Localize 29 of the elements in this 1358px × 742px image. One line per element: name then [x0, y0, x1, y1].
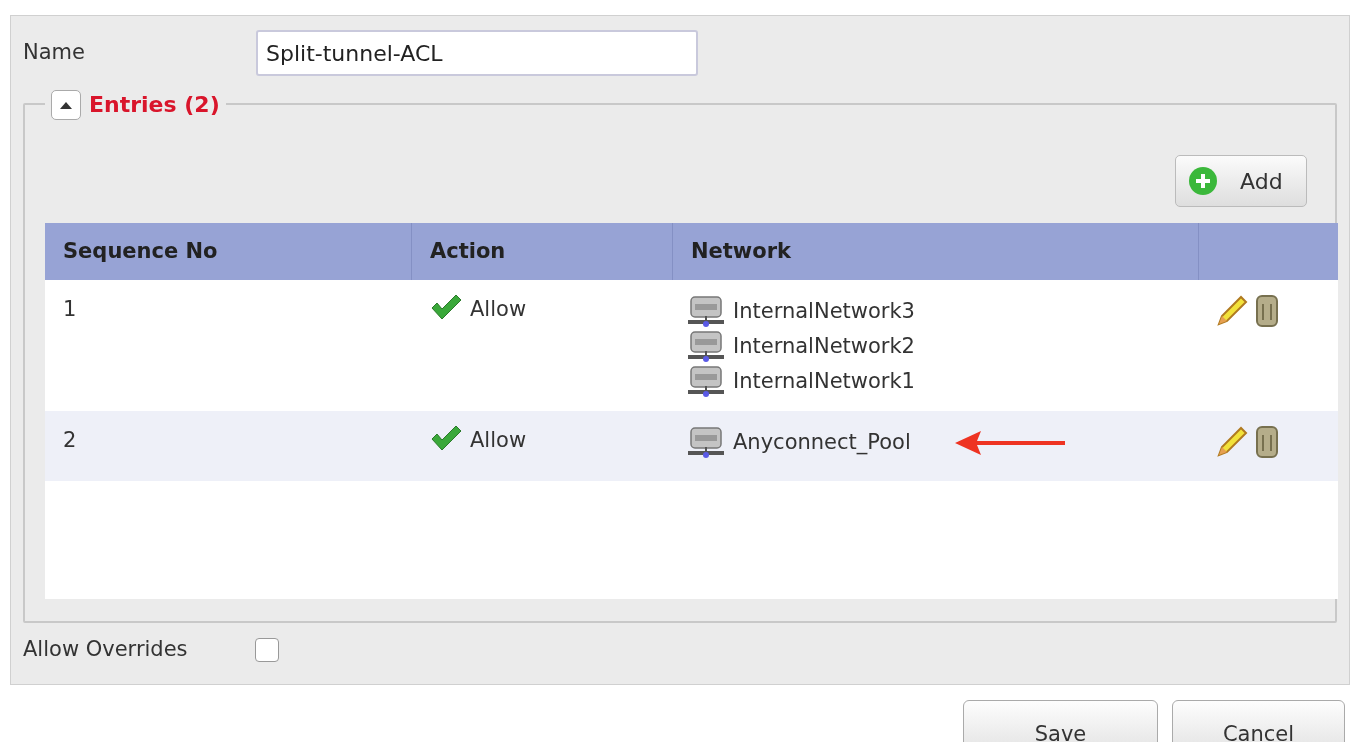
network-object: InternalNetwork2 — [733, 332, 915, 360]
table-row[interactable]: 2 Allow Anyconnect_Pool — [45, 411, 1338, 481]
allow-overrides-label: Allow Overrides — [23, 636, 189, 664]
entries-title: Entries (2) — [89, 91, 220, 119]
collapse-toggle[interactable] — [51, 89, 81, 120]
action-cell-text: Allow — [470, 427, 527, 454]
network-object: InternalNetwork3 — [733, 297, 915, 325]
server-icon — [687, 330, 725, 363]
server-icon — [687, 295, 725, 328]
network-object: Anyconnect_Pool — [733, 428, 911, 457]
pencil-icon[interactable] — [1215, 425, 1249, 459]
checkmark-icon — [430, 425, 462, 451]
pencil-icon[interactable] — [1215, 294, 1249, 328]
sequence-cell: 1 — [63, 297, 77, 321]
server-icon — [687, 365, 725, 398]
action-cell-text: Allow — [470, 296, 527, 323]
plus-circle-icon — [1188, 166, 1218, 196]
name-input[interactable]: Split-tunnel-ACL — [256, 30, 698, 76]
allow-overrides-checkbox[interactable] — [255, 638, 279, 662]
checkmark-icon — [430, 294, 462, 320]
sequence-cell: 2 — [63, 428, 77, 452]
cancel-button[interactable]: Cancel — [1172, 700, 1345, 742]
trash-icon[interactable] — [1255, 425, 1279, 459]
trash-icon[interactable] — [1255, 294, 1279, 328]
network-object: InternalNetwork1 — [733, 367, 915, 395]
server-icon — [687, 426, 725, 459]
name-label: Name — [23, 39, 86, 67]
add-button[interactable]: Add — [1175, 155, 1307, 207]
save-button[interactable]: Save — [963, 700, 1158, 742]
